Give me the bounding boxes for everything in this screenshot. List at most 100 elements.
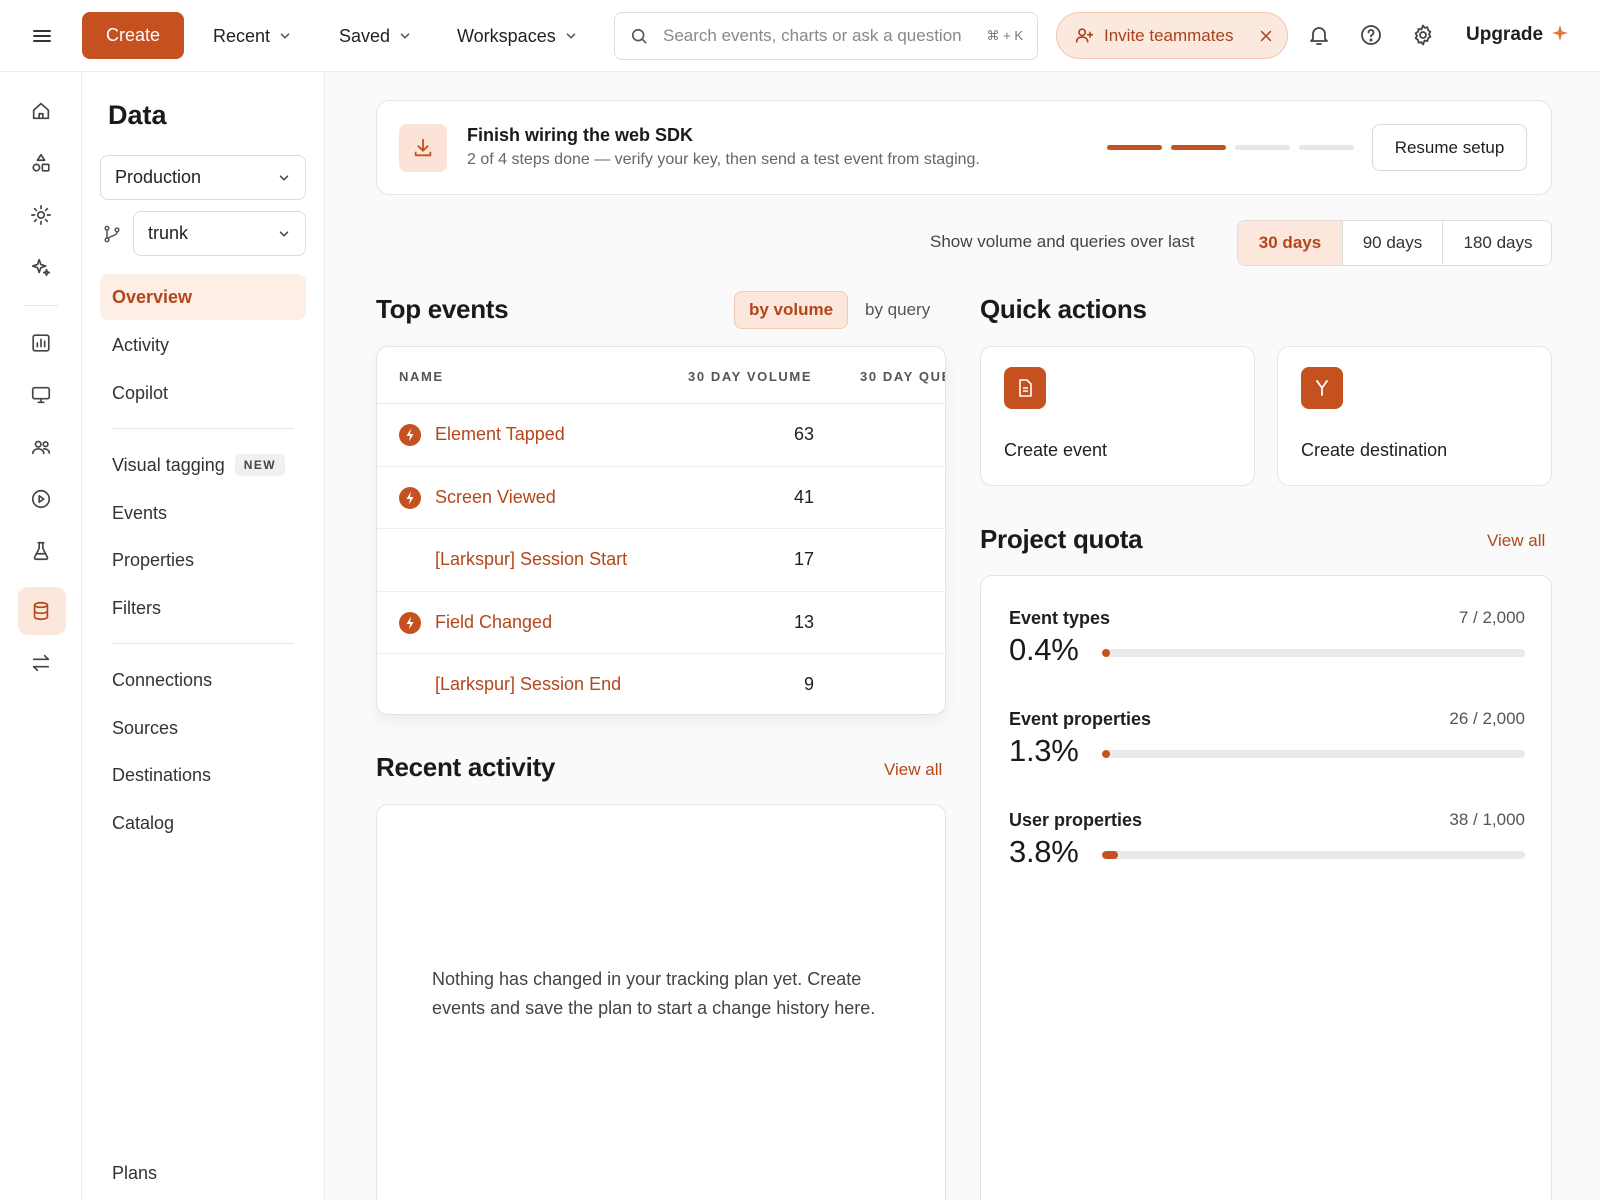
sidebar-item-filters[interactable]: Filters [100, 585, 306, 631]
workspaces-dropdown[interactable]: Workspaces [457, 22, 578, 50]
sidebar-title: Data [108, 100, 167, 130]
column-queries: 30 DAY QUERIES [860, 369, 945, 384]
event-name[interactable]: [Larkspur] Session Start [435, 549, 627, 570]
top-bar: Create Recent Saved Workspaces ⌘ + K Inv… [0, 0, 1600, 72]
table-row[interactable]: [Larkspur] Session Start 17 [377, 529, 945, 592]
sidebar-item-catalog[interactable]: Catalog [100, 800, 306, 846]
resume-setup-button[interactable]: Resume setup [1372, 124, 1527, 171]
quota-count: 7 / 2,000 [1458, 608, 1525, 627]
sidebar-item-destinations[interactable]: Destinations [100, 752, 306, 798]
saved-dropdown[interactable]: Saved [339, 22, 412, 50]
chevron-down-icon [564, 29, 578, 43]
bar-chart-icon[interactable] [30, 332, 52, 354]
table-row[interactable]: [Larkspur] Session End 9 [377, 654, 945, 714]
branch-select[interactable]: trunk [133, 211, 306, 256]
sun-icon[interactable] [30, 204, 52, 226]
help-icon[interactable] [1359, 23, 1383, 47]
fork-icon [1301, 367, 1343, 409]
project-quota-card: Event types 7 / 2,000 0.4% Event properties… [980, 575, 1552, 1200]
setup-title: Finish wiring the web SDK [467, 125, 694, 145]
range-30-days[interactable]: 30 days [1238, 221, 1342, 265]
sidebar-item-label: Visual tagging [112, 454, 225, 475]
quota-count: 26 / 2,000 [1449, 709, 1525, 728]
progress-step [1171, 145, 1226, 150]
document-icon [1004, 367, 1046, 409]
event-name[interactable]: Screen Viewed [435, 487, 556, 508]
create-button[interactable]: Create [82, 12, 184, 59]
users-icon[interactable] [30, 436, 52, 458]
event-volume: 17 [793, 549, 814, 569]
quota-percent: 3.8% [1009, 834, 1079, 869]
quota-label: Event types [1009, 608, 1111, 628]
gear-icon[interactable] [1411, 23, 1435, 47]
column-volume: 30 DAY VOLUME [688, 369, 813, 384]
play-icon[interactable] [30, 488, 52, 510]
event-bolt-icon [399, 611, 421, 634]
toggle-by-query[interactable]: by query [851, 291, 944, 329]
sidebar-item-properties[interactable]: Properties [100, 537, 306, 583]
rail-divider [24, 305, 58, 306]
sidebar-item-visual-tagging[interactable]: Visual tagging NEW [100, 442, 306, 488]
invite-teammates-button[interactable]: Invite teammates [1056, 12, 1288, 59]
create-destination-card[interactable]: Create destination [1277, 346, 1552, 486]
event-volume: 63 [793, 424, 814, 444]
setup-banner: Finish wiring the web SDK 2 of 4 steps d… [376, 100, 1552, 195]
quota-row: Event properties 26 / 2,000 1.3% [1009, 709, 1525, 779]
table-row[interactable]: Screen Viewed 41 [377, 467, 945, 529]
table-row[interactable]: Field Changed 13 [377, 592, 945, 654]
progress-step [1107, 145, 1162, 150]
bell-icon[interactable] [1307, 23, 1331, 47]
sidebar-item-copilot[interactable]: Copilot [100, 370, 306, 416]
table-row[interactable]: Element Tapped 63 [377, 404, 945, 467]
sidebar-item-sources[interactable]: Sources [100, 705, 306, 751]
git-branch-icon [102, 224, 122, 244]
environment-select[interactable]: Production [100, 155, 306, 200]
toggle-by-volume[interactable]: by volume [734, 291, 849, 329]
sparkle-icon [1552, 25, 1568, 41]
workspaces-label: Workspaces [457, 25, 556, 46]
sidebar-item-events[interactable]: Events [100, 490, 306, 536]
menu-icon[interactable] [30, 24, 54, 48]
download-icon [399, 124, 447, 172]
new-badge: NEW [234, 454, 285, 476]
sidebar-item-connections[interactable]: Connections [100, 657, 306, 703]
sidebar-item-overview[interactable]: Overview [100, 274, 306, 320]
close-icon[interactable] [1259, 29, 1273, 43]
setup-subtitle: 2 of 4 steps done — verify your key, the… [467, 151, 980, 168]
sidebar-item-plans[interactable]: Plans [100, 1150, 306, 1196]
event-name[interactable]: Field Changed [435, 612, 552, 633]
recent-dropdown[interactable]: Recent [213, 22, 292, 50]
range-90-days[interactable]: 90 days [1342, 221, 1442, 265]
sidebar-divider [112, 643, 294, 644]
shapes-icon[interactable] [30, 152, 52, 174]
search-input[interactable] [663, 26, 977, 46]
recent-activity-card: Nothing has changed in your tracking pla… [376, 804, 946, 1200]
flask-icon[interactable] [30, 540, 52, 562]
upgrade-link[interactable]: Upgrade [1466, 24, 1543, 46]
event-volume: 41 [793, 486, 814, 507]
monitor-icon[interactable] [30, 384, 52, 406]
sidebar-item-activity[interactable]: Activity [100, 322, 306, 368]
quota-bar-fill [1102, 851, 1119, 859]
saved-label: Saved [339, 25, 391, 46]
event-name[interactable]: Element Tapped [435, 424, 565, 445]
project-quota-view-all[interactable]: View all [1487, 531, 1545, 551]
range-180-days[interactable]: 180 days [1442, 221, 1551, 265]
create-event-label: Create event [1004, 440, 1108, 460]
event-volume: 13 [793, 611, 814, 632]
home-icon[interactable] [30, 100, 52, 122]
create-destination-label: Create destination [1301, 440, 1448, 460]
event-volume: 9 [803, 674, 814, 694]
recent-activity-view-all[interactable]: View all [884, 760, 942, 780]
quota-bar [1102, 750, 1525, 758]
arrows-icon[interactable] [30, 652, 52, 674]
sparkles-icon[interactable] [30, 256, 52, 278]
project-quota-title: Project quota [980, 524, 1143, 554]
range-selector: 30 days 90 days 180 days [1237, 220, 1552, 266]
search-icon [629, 26, 649, 46]
create-event-card[interactable]: Create event [980, 346, 1255, 486]
quota-row: User properties 38 / 1,000 3.8% [1009, 810, 1525, 880]
event-name[interactable]: [Larkspur] Session End [435, 674, 621, 695]
quota-label: Event properties [1009, 709, 1152, 729]
database-icon[interactable] [30, 600, 52, 622]
